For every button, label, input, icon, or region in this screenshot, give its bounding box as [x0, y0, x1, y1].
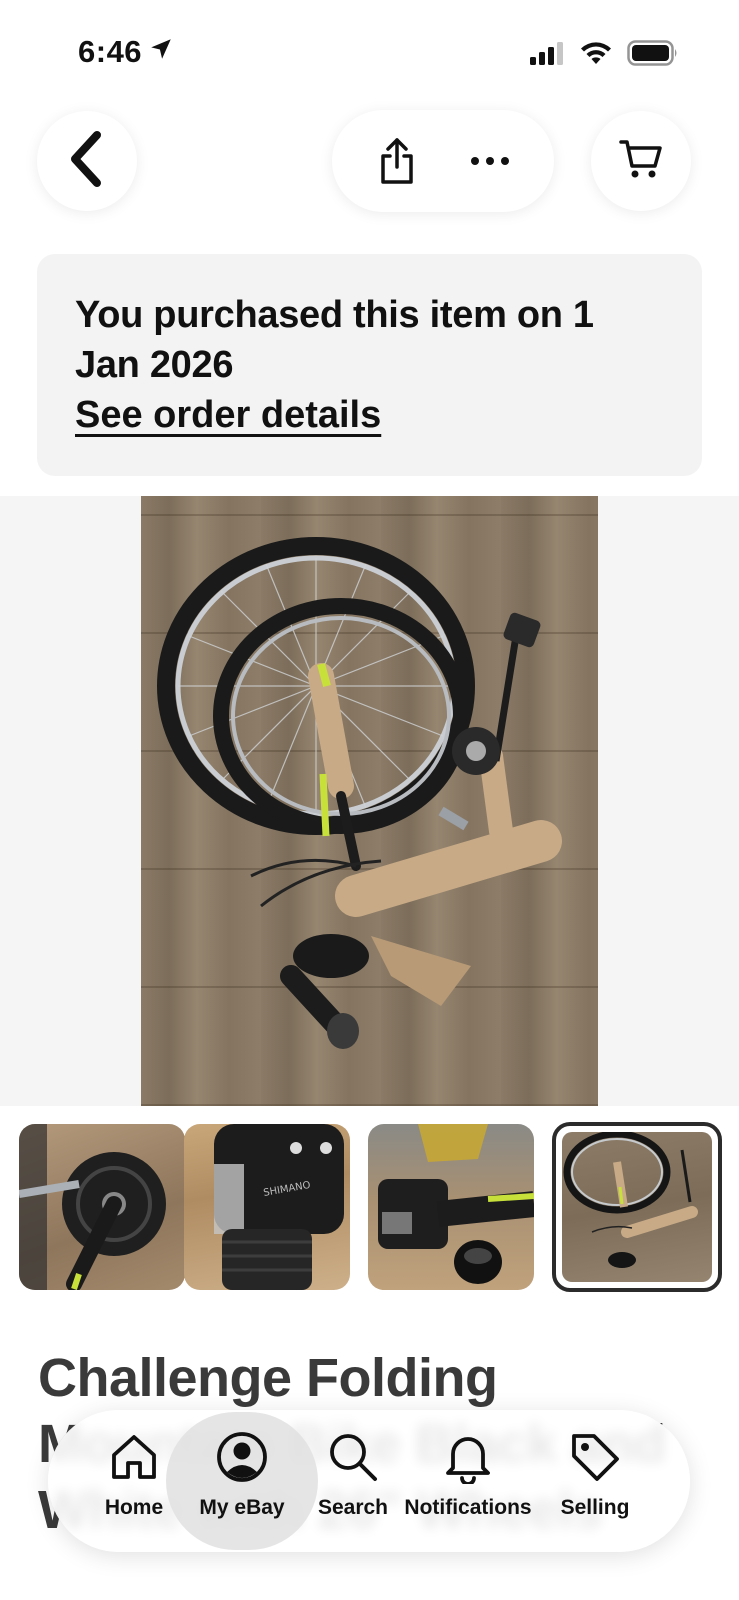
tab-search-label: Search — [317, 1496, 389, 1519]
chevron-left-icon — [67, 129, 107, 194]
status-time-group: 6:46 — [78, 34, 174, 70]
cart-button[interactable] — [591, 111, 691, 211]
tab-home-label: Home — [104, 1496, 164, 1519]
back-button[interactable] — [37, 111, 137, 211]
tab-search[interactable]: Search — [310, 1426, 396, 1536]
tag-icon — [568, 1426, 622, 1488]
thumbnail-3[interactable] — [368, 1124, 534, 1290]
status-bar: 6:46 — [0, 0, 739, 100]
bicycle-illustration — [157, 537, 562, 1049]
cellular-signal-icon — [529, 41, 565, 70]
battery-icon — [627, 40, 679, 71]
share-button[interactable] — [362, 126, 432, 196]
cart-icon — [619, 138, 663, 185]
tab-my-ebay-label: My eBay — [199, 1496, 285, 1519]
image-gallery[interactable] — [0, 496, 739, 1106]
home-icon — [108, 1426, 160, 1488]
tab-notifications-label: Notifications — [404, 1496, 532, 1519]
status-icons — [529, 40, 679, 71]
tab-notifications[interactable]: Notifications — [400, 1426, 536, 1536]
share-more-group — [332, 110, 554, 212]
more-horizontal-icon — [470, 157, 509, 165]
thumbnail-4-selected[interactable] — [552, 1122, 722, 1292]
thumbnail-1[interactable] — [19, 1124, 185, 1290]
main-product-image[interactable] — [141, 496, 598, 1106]
wifi-icon — [579, 40, 613, 71]
more-button[interactable] — [455, 126, 525, 196]
share-icon — [380, 138, 413, 184]
purchase-banner: You purchased this item on 1 Jan 2026 Se… — [37, 254, 702, 476]
status-time: 6:46 — [78, 34, 143, 69]
item-page: 6:46 You purchased this item on 1 Jan 20… — [0, 0, 739, 1600]
search-icon — [326, 1426, 380, 1488]
bottom-tab-bar: Home My eBay Search Notifications Sellin… — [48, 1410, 690, 1552]
bicycle-thumbnail-image — [563, 1132, 698, 1268]
tab-home[interactable]: Home — [92, 1426, 176, 1536]
user-circle-icon — [215, 1426, 269, 1488]
location-arrow-icon — [148, 34, 174, 70]
tab-selling-label: Selling — [560, 1496, 630, 1519]
tab-selling[interactable]: Selling — [550, 1426, 640, 1536]
purchase-message: You purchased this item on 1 Jan 2026 — [75, 294, 594, 386]
thumbnail-strip: SHIMANO — [0, 1122, 739, 1292]
see-order-details-link[interactable]: See order details — [75, 390, 381, 440]
shifter-thumbnail-image: SHIMANO — [214, 1124, 344, 1290]
tab-my-ebay[interactable]: My eBay — [194, 1426, 290, 1536]
crankset-thumbnail-image — [19, 1124, 166, 1290]
bell-icon — [443, 1426, 493, 1488]
handlebar-thumbnail-image — [378, 1124, 534, 1284]
thumbnail-2[interactable]: SHIMANO — [184, 1124, 350, 1290]
